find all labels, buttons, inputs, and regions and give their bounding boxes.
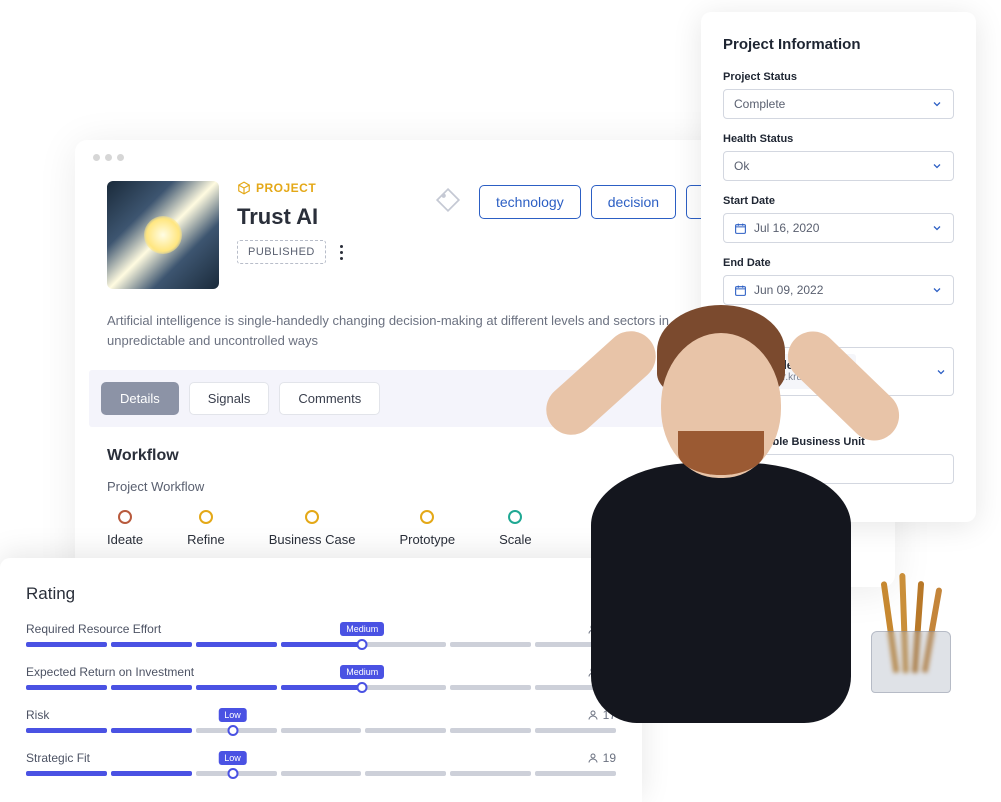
rating-row: Strategic Fit19Low <box>26 751 616 776</box>
rating-title: Rating <box>26 584 616 604</box>
field-label-end-date: End Date <box>723 257 954 269</box>
slider-handle[interactable] <box>227 768 238 779</box>
rating-badge: Medium <box>340 622 384 636</box>
workflow-step-circle <box>508 510 522 524</box>
calendar-icon <box>734 284 747 297</box>
tag-decision[interactable]: decision <box>591 185 676 219</box>
rating-row: Risk 17 Low <box>26 708 616 733</box>
person-icon <box>587 752 599 764</box>
rating-label: Required Resource Effort <box>26 622 161 636</box>
end-date-value: Jun 09, 2022 <box>754 283 823 297</box>
workflow-step-label: Business Case <box>269 532 356 547</box>
workflow-step-circle <box>305 510 319 524</box>
workflow-step-label: Prototype <box>399 532 455 547</box>
rating-badge: Low <box>218 708 247 722</box>
slider-handle[interactable] <box>357 639 368 650</box>
workflow-step[interactable]: Scale <box>499 510 532 547</box>
info-panel-title: Project Information <box>723 36 954 53</box>
project-status-select[interactable]: Complete <box>723 89 954 119</box>
person-icon <box>587 709 599 721</box>
rating-badge: Medium <box>340 665 384 679</box>
start-date-select[interactable]: Jul 16, 2020 <box>723 213 954 243</box>
cube-icon <box>237 181 251 195</box>
owner-name: Alexander Kruczek <box>742 360 846 372</box>
project-type-label: PROJECT <box>237 181 316 195</box>
chevron-down-icon <box>931 222 943 234</box>
calendar-icon <box>734 222 747 235</box>
rating-row: Required Resource Effort 32 Medium <box>26 622 616 647</box>
workflow-step-circle <box>420 510 434 524</box>
chevron-down-icon <box>931 284 943 296</box>
workflow-step[interactable]: Business Case <box>269 510 356 547</box>
workflow-step-circle <box>199 510 213 524</box>
tag-technology[interactable]: technology <box>479 185 581 219</box>
rbu-select[interactable]: IT <box>723 454 954 484</box>
project-title: Trust AI <box>237 204 417 230</box>
workflow-step-label: Scale <box>499 532 532 547</box>
slider-handle[interactable] <box>227 725 238 736</box>
field-label-health-status: Health Status <box>723 133 954 145</box>
rating-count: 32 <box>587 622 616 636</box>
rbu-value: IT <box>734 462 745 476</box>
workflow-step[interactable]: Refine <box>187 510 225 547</box>
rating-count: 25 <box>587 665 616 679</box>
rating-card: Rating Required Resource Effort32MediumE… <box>0 558 642 802</box>
workflow-step[interactable]: Ideate <box>107 510 143 547</box>
chevron-down-icon <box>935 366 947 378</box>
tag-icon <box>435 187 461 213</box>
rating-slider[interactable]: Low <box>26 728 616 733</box>
rating-row: Expected Return on Investment 25 Medium <box>26 665 616 690</box>
health-status-select[interactable]: Ok <box>723 151 954 181</box>
rating-count: 17 <box>587 708 616 722</box>
field-label-start-date: Start Date <box>723 195 954 207</box>
published-badge: PUBLISHED <box>237 240 326 264</box>
person-icon <box>587 623 599 635</box>
info-panel: Project Information Project Status Compl… <box>701 12 976 522</box>
more-options-button[interactable] <box>336 241 347 264</box>
workflow-step-label: Refine <box>187 532 225 547</box>
project-thumbnail <box>107 181 219 289</box>
project-description: Artificial intelligence is single-handed… <box>75 289 715 350</box>
field-label-project-status: Project Status <box>723 71 954 83</box>
workflow-step-label: Ideate <box>107 532 143 547</box>
tab-signals[interactable]: Signals <box>189 382 270 415</box>
field-label-owner: Owner <box>723 329 954 341</box>
owner-email: alexander.kruczek@i... <box>742 372 846 383</box>
rating-slider[interactable]: Medium <box>26 685 616 690</box>
rating-label: Risk <box>26 708 49 722</box>
workflow-step-circle <box>118 510 132 524</box>
end-date-select[interactable]: Jun 09, 2022 <box>723 275 954 305</box>
rating-slider[interactable]: Medium <box>26 642 616 647</box>
rating-slider[interactable]: Low <box>26 771 616 776</box>
field-label-rbu: Responsible Business Unit <box>723 436 954 448</box>
slider-handle[interactable] <box>357 682 368 693</box>
tab-details[interactable]: Details <box>101 382 179 415</box>
workflow-step[interactable]: Prototype <box>399 510 455 547</box>
start-date-value: Jul 16, 2020 <box>754 221 819 235</box>
rating-label: Expected Return on Investment <box>26 665 194 679</box>
owner-select[interactable]: Alexander Kruczek alexander.kruczek@i... <box>723 347 954 396</box>
health-status-value: Ok <box>734 159 749 173</box>
tab-comments[interactable]: Comments <box>279 382 380 415</box>
chevron-down-icon <box>931 160 943 172</box>
project-status-value: Complete <box>734 97 785 111</box>
person-icon <box>587 666 599 678</box>
chevron-down-icon <box>931 98 943 110</box>
